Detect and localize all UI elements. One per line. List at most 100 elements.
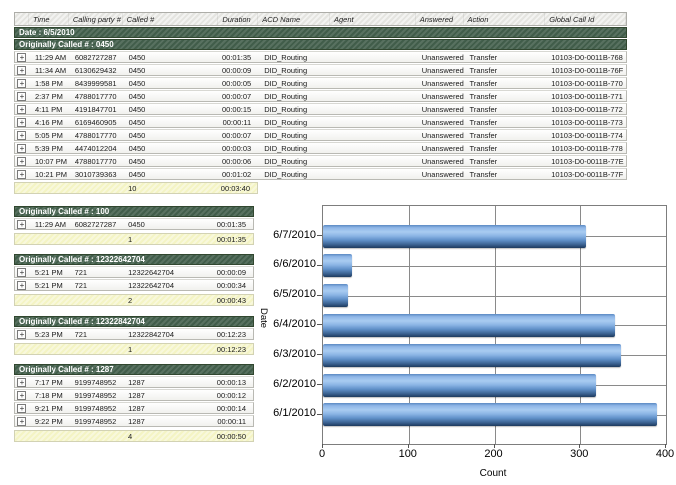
y-tick xyxy=(317,265,322,266)
x-gridline xyxy=(495,206,496,444)
cell-time: 5:21 PM xyxy=(29,281,69,290)
expand-cell: + xyxy=(15,79,29,88)
cell-answered: Unanswered xyxy=(416,157,464,166)
expand-row-button[interactable]: + xyxy=(17,220,26,229)
cell-called: 1287 xyxy=(122,404,189,413)
cell-calling: 9199748952 xyxy=(69,378,123,387)
cell-duration: 00:00:05 xyxy=(218,79,258,88)
cell-calling: 4788017770 xyxy=(69,157,123,166)
expand-cell: + xyxy=(15,268,29,277)
expand-row-button[interactable]: + xyxy=(17,417,26,426)
table-header-row: TimeCalling party #Called #DurationACD N… xyxy=(14,12,627,26)
expand-row-button[interactable]: + xyxy=(17,66,26,75)
cell-answered: Unanswered xyxy=(416,66,464,75)
table-row: +4:11 PM4191847701045000:00:15DID_Routin… xyxy=(14,103,627,115)
expand-cell: + xyxy=(15,281,29,290)
cell-action: Transfer xyxy=(464,53,546,62)
column-header-action: Action xyxy=(464,13,546,25)
cell-calling: 4474012204 xyxy=(69,144,123,153)
cell-action: Transfer xyxy=(464,66,546,75)
cell-called: 0450 xyxy=(123,131,219,140)
table-row: +5:21 PM7211232264270400:00:34 xyxy=(14,279,254,291)
summary-call-count: 4 xyxy=(122,432,189,441)
cell-called: 0450 xyxy=(123,144,219,153)
group-rows-0450: +11:29 AM6082727287045000:01:35DID_Routi… xyxy=(14,51,627,180)
expand-row-button[interactable]: + xyxy=(17,144,26,153)
cell-acd: DID_Routing xyxy=(258,144,330,153)
cell-answered: Unanswered xyxy=(416,118,464,127)
x-tick xyxy=(322,444,323,448)
summary-call-count: 1 xyxy=(122,235,189,244)
expand-row-button[interactable]: + xyxy=(17,118,26,127)
y-gridline xyxy=(323,415,666,416)
group-rows-1287: +7:17 PM9199748952128700:00:13+7:18 PM91… xyxy=(14,376,254,427)
cell-action: Transfer xyxy=(464,157,546,166)
cell-calling: 3010739363 xyxy=(69,170,123,179)
cell-duration: 00:01:35 xyxy=(190,220,253,229)
summary-call-count: 2 xyxy=(122,296,189,305)
cell-action: Transfer xyxy=(464,105,546,114)
called-group-label: Originally Called # : 0450 xyxy=(19,40,114,49)
column-header-agent: Agent xyxy=(330,13,416,25)
called-group-label: Originally Called # : 12322842704 xyxy=(19,317,145,326)
cell-gcid: 10103-D0-0011B-771 xyxy=(545,92,626,101)
y-gridline xyxy=(323,266,666,267)
table-row: +1:58 PM8439999581045000:00:05DID_Routin… xyxy=(14,77,627,89)
cell-called: 1287 xyxy=(122,378,189,387)
cell-time: 10:21 PM xyxy=(29,170,69,179)
expand-row-button[interactable]: + xyxy=(17,268,26,277)
cell-acd: DID_Routing xyxy=(258,170,330,179)
expand-row-button[interactable]: + xyxy=(17,157,26,166)
expand-row-button[interactable]: + xyxy=(17,92,26,101)
cell-calling: 6130629432 xyxy=(69,66,123,75)
cell-called: 1287 xyxy=(122,391,189,400)
called-group-header-1287: Originally Called # : 1287 xyxy=(14,364,254,375)
cell-gcid: 10103-D0-0011B-778 xyxy=(545,144,626,153)
expand-cell: + xyxy=(15,220,29,229)
cell-called: 12322842704 xyxy=(122,330,189,339)
expand-row-button[interactable]: + xyxy=(17,330,26,339)
x-tick xyxy=(579,444,580,448)
cell-action: Transfer xyxy=(464,131,546,140)
expand-cell: + xyxy=(15,118,29,127)
expand-row-button[interactable]: + xyxy=(17,53,26,62)
group-summary-100: 1 00:01:35 xyxy=(14,233,254,245)
summary-total-duration: 00:00:50 xyxy=(190,432,254,441)
cell-answered: Unanswered xyxy=(416,92,464,101)
cell-time: 5:39 PM xyxy=(29,144,69,153)
cell-answered: Unanswered xyxy=(416,79,464,88)
table-row: +4:16 PM6169460905045000:00:11DID_Routin… xyxy=(14,116,627,128)
y-tick xyxy=(317,235,322,236)
y-tick xyxy=(317,414,322,415)
y-tick-label: 6/2/2010 xyxy=(252,378,316,391)
cell-time: 11:34 AM xyxy=(29,66,69,75)
cell-duration: 00:01:35 xyxy=(218,53,258,62)
called-group-label: Originally Called # : 100 xyxy=(19,207,109,216)
expand-cell: + xyxy=(15,170,29,179)
table-row: +2:37 PM4788017770045000:00:07DID_Routin… xyxy=(14,90,627,102)
date-group-label: Date : 6/5/2010 xyxy=(19,28,75,37)
cell-answered: Unanswered xyxy=(416,53,464,62)
expand-row-button[interactable]: + xyxy=(17,391,26,400)
expand-row-button[interactable]: + xyxy=(17,404,26,413)
expand-row-button[interactable]: + xyxy=(17,79,26,88)
expand-row-button[interactable]: + xyxy=(17,131,26,140)
expand-row-button[interactable]: + xyxy=(17,378,26,387)
cell-time: 4:16 PM xyxy=(29,118,69,127)
table-row: +5:23 PM7211232284270400:12:23 xyxy=(14,328,254,340)
expand-row-button[interactable]: + xyxy=(17,105,26,114)
chart-bar-6-6-2010 xyxy=(323,254,352,277)
expand-row-button[interactable]: + xyxy=(17,170,26,179)
cell-called: 0450 xyxy=(123,118,219,127)
x-tick-label: 300 xyxy=(570,448,588,460)
cell-duration: 00:00:34 xyxy=(190,281,253,290)
chart-bar-6-2-2010 xyxy=(323,374,596,397)
expand-row-button[interactable]: + xyxy=(17,281,26,290)
called-group-header-100: Originally Called # : 100 xyxy=(14,206,254,217)
called-group-label: Originally Called # : 12322642704 xyxy=(19,255,145,264)
table-row: +9:22 PM9199748952128700:00:11 xyxy=(14,415,254,427)
chart-plot xyxy=(322,205,667,445)
call-group-table-1287: Originally Called # : 1287 +7:17 PM91997… xyxy=(14,364,254,442)
summary-call-count: 1 xyxy=(122,345,189,354)
y-tick xyxy=(317,324,322,325)
